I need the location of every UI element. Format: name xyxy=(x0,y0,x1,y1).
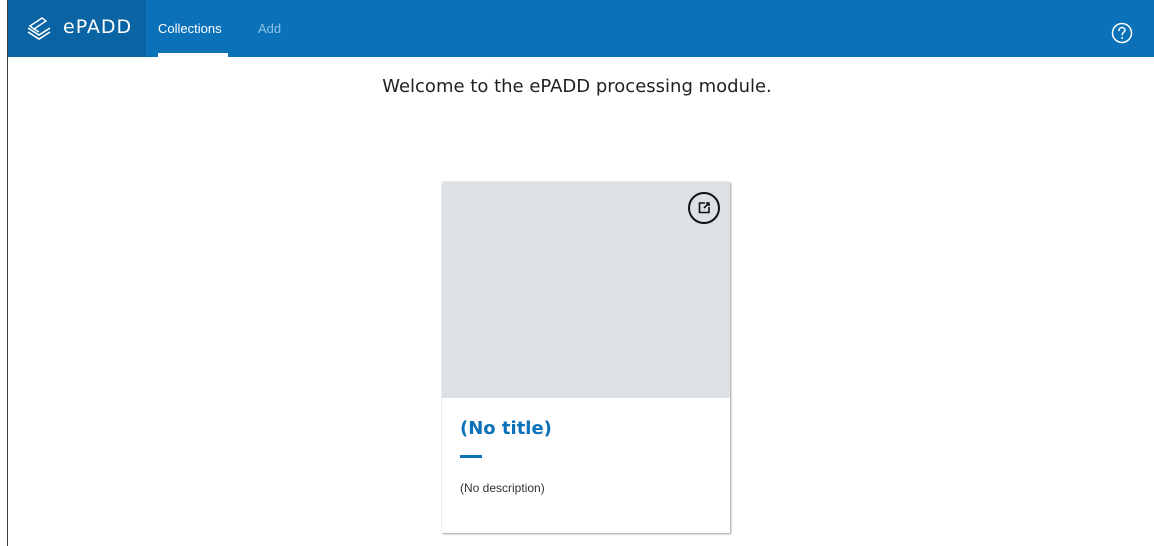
nav-active-indicator xyxy=(158,53,228,57)
welcome-message: Welcome to the ePADD processing module. xyxy=(382,76,772,97)
collection-title[interactable]: (No title) xyxy=(460,418,552,439)
collection-card[interactable]: (No title) (No description) xyxy=(442,182,730,533)
collection-card-image xyxy=(442,182,730,398)
help-circle-icon[interactable] xyxy=(1111,22,1133,44)
nav-collections[interactable]: Collections xyxy=(158,0,222,57)
epadd-logo-icon xyxy=(27,17,51,40)
top-navbar: ePADD Collections Add xyxy=(8,0,1154,57)
title-accent-line xyxy=(460,455,482,458)
nav-add[interactable]: Add xyxy=(258,0,281,57)
brand-name: ePADD xyxy=(63,16,133,38)
collection-description: (No description) xyxy=(460,481,545,495)
open-external-icon xyxy=(698,202,710,214)
open-collection-button[interactable] xyxy=(688,192,720,224)
brand[interactable]: ePADD xyxy=(8,0,146,57)
